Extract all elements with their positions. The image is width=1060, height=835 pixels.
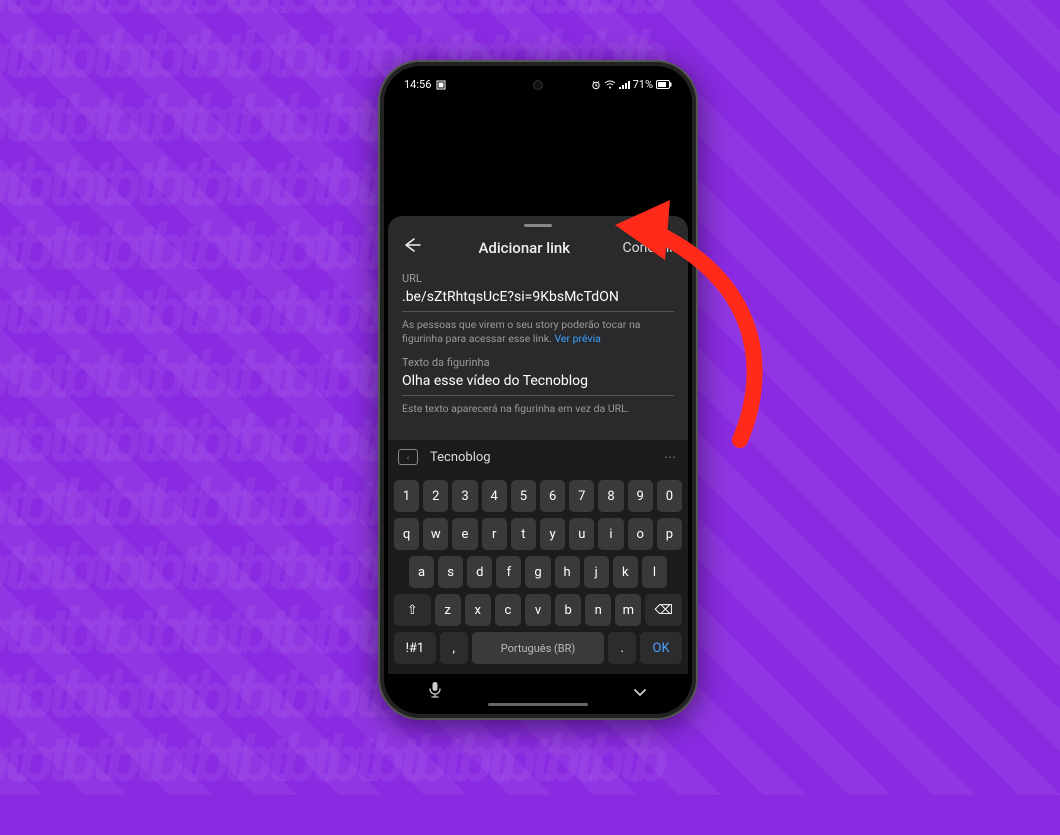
- gesture-nav-handle[interactable]: [488, 703, 588, 706]
- done-button[interactable]: Concluir: [623, 240, 674, 256]
- wifi-icon: [604, 80, 616, 90]
- key-7[interactable]: 7: [569, 480, 594, 512]
- camera-punch-hole: [533, 80, 543, 90]
- key-e[interactable]: e: [452, 518, 477, 550]
- phone-frame: 14:56 71%: [378, 60, 698, 720]
- key-f[interactable]: f: [496, 556, 521, 588]
- sticker-text-field-block: Texto da figurinha Olha esse vídeo do Te…: [388, 356, 688, 426]
- key-d[interactable]: d: [467, 556, 492, 588]
- key-a[interactable]: a: [409, 556, 434, 588]
- key-c[interactable]: c: [495, 594, 521, 626]
- preview-link[interactable]: Ver prévia: [554, 332, 600, 345]
- key-y[interactable]: y: [540, 518, 565, 550]
- key-3[interactable]: 3: [452, 480, 477, 512]
- add-link-sheet: Adicionar link Concluir URL .be/sZtRhtqs…: [388, 216, 688, 710]
- key-t[interactable]: t: [511, 518, 536, 550]
- sticker-text-hint: Este texto aparecerá na figurinha em vez…: [402, 402, 674, 416]
- key-1[interactable]: 1: [394, 480, 419, 512]
- key-backspace[interactable]: ⌫: [645, 594, 682, 626]
- key-0[interactable]: 0: [657, 480, 682, 512]
- key-l[interactable]: l: [642, 556, 667, 588]
- url-field-block: URL .be/sZtRhtqsUcE?si=9KbsMcTdON As pes…: [388, 272, 688, 356]
- phone-side-button: [378, 232, 380, 322]
- key-row-5: !#1 , Português (BR) . OK: [394, 632, 682, 664]
- sheet-drag-handle[interactable]: [524, 224, 552, 227]
- key-symbols[interactable]: !#1: [394, 632, 436, 664]
- key-r[interactable]: r: [482, 518, 507, 550]
- key-ok[interactable]: OK: [640, 632, 682, 664]
- mic-icon[interactable]: [428, 681, 442, 703]
- key-row-4: ⇧ z x c v b n m ⌫: [394, 594, 682, 626]
- battery-icon: [656, 80, 672, 89]
- key-8[interactable]: 8: [598, 480, 623, 512]
- key-row-3: a s d f g h j k l: [394, 556, 682, 588]
- keyboard-more-icon[interactable]: ⋯: [664, 450, 678, 464]
- key-9[interactable]: 9: [628, 480, 653, 512]
- keyboard-suggestion-bar: ‹ Tecnoblog ⋯: [388, 440, 688, 474]
- screenshot-icon: [436, 80, 446, 90]
- phone-side-button: [696, 287, 698, 327]
- key-b[interactable]: b: [555, 594, 581, 626]
- url-hint-text: As pessoas que virem o seu story poderão…: [402, 318, 640, 345]
- key-x[interactable]: x: [465, 594, 491, 626]
- signal-icon: [619, 80, 630, 90]
- url-hint: As pessoas que virem o seu story poderão…: [402, 318, 674, 346]
- key-w[interactable]: w: [423, 518, 448, 550]
- key-row-2: q w e r t y u i o p: [394, 518, 682, 550]
- key-u[interactable]: u: [569, 518, 594, 550]
- key-row-1: 1 2 3 4 5 6 7 8 9 0: [394, 480, 682, 512]
- key-2[interactable]: 2: [423, 480, 448, 512]
- key-k[interactable]: k: [613, 556, 638, 588]
- sticker-text-label: Texto da figurinha: [402, 356, 674, 369]
- key-g[interactable]: g: [525, 556, 550, 588]
- key-o[interactable]: o: [628, 518, 653, 550]
- key-6[interactable]: 6: [540, 480, 565, 512]
- key-v[interactable]: v: [525, 594, 551, 626]
- clipboard-suggestion-icon[interactable]: ‹: [398, 449, 418, 465]
- keyboard-suggestion[interactable]: Tecnoblog: [430, 450, 652, 465]
- key-p[interactable]: p: [657, 518, 682, 550]
- status-time: 14:56: [404, 78, 431, 91]
- collapse-keyboard-icon[interactable]: [632, 683, 648, 702]
- key-h[interactable]: h: [555, 556, 580, 588]
- key-m[interactable]: m: [615, 594, 641, 626]
- url-input[interactable]: .be/sZtRhtqsUcE?si=9KbsMcTdON: [402, 287, 674, 312]
- key-period[interactable]: .: [608, 632, 636, 664]
- sticker-text-input[interactable]: Olha esse vídeo do Tecnoblog: [402, 371, 674, 396]
- key-z[interactable]: z: [435, 594, 461, 626]
- key-5[interactable]: 5: [511, 480, 536, 512]
- back-button[interactable]: [402, 237, 426, 258]
- soft-keyboard: 1 2 3 4 5 6 7 8 9 0 q w e r t y: [388, 474, 688, 674]
- alarm-icon: [591, 80, 601, 90]
- key-4[interactable]: 4: [482, 480, 507, 512]
- url-label: URL: [402, 272, 674, 285]
- status-battery: 71%: [633, 78, 653, 91]
- key-space[interactable]: Português (BR): [472, 632, 605, 664]
- key-comma[interactable]: ,: [440, 632, 468, 664]
- phone-side-button: [696, 212, 698, 272]
- key-j[interactable]: j: [584, 556, 609, 588]
- key-s[interactable]: s: [438, 556, 463, 588]
- phone-screen: 14:56 71%: [388, 70, 688, 710]
- key-n[interactable]: n: [585, 594, 611, 626]
- story-background-area: [388, 96, 688, 216]
- key-i[interactable]: i: [598, 518, 623, 550]
- key-q[interactable]: q: [394, 518, 419, 550]
- key-shift[interactable]: ⇧: [394, 594, 431, 626]
- sheet-title: Adicionar link: [478, 239, 570, 257]
